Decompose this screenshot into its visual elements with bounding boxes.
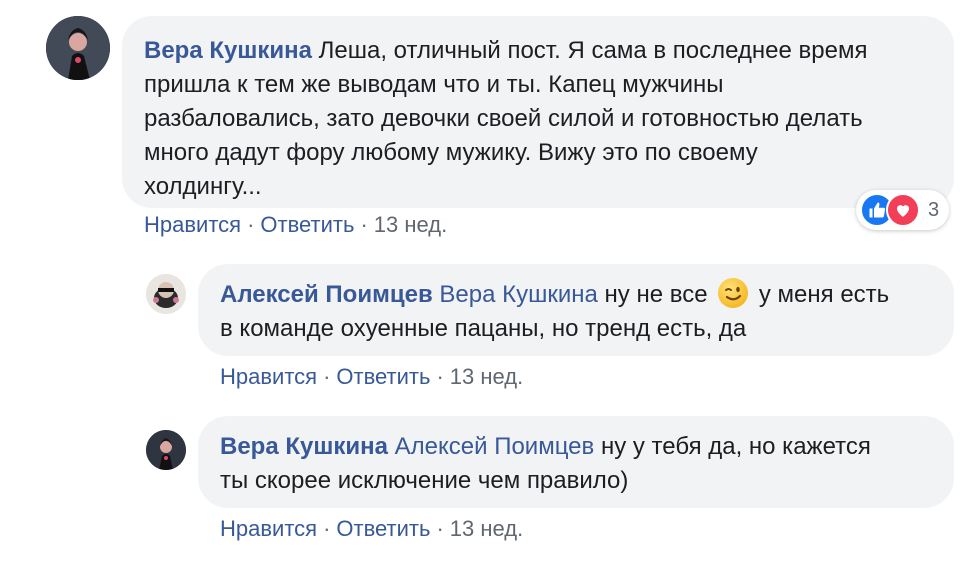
author-name[interactable]: Вера Кушкина xyxy=(220,433,388,460)
comment-bubble: Вера Кушкина Леша, отличный пост. Я сама… xyxy=(122,16,954,208)
separator: · xyxy=(323,516,331,541)
reactions-summary[interactable]: 3 xyxy=(856,190,950,230)
comment-line: ну у тебя да, но кажется xyxy=(600,433,871,460)
comment-line: разбаловались, зато девочки своей силой … xyxy=(144,105,863,132)
avatar[interactable] xyxy=(146,274,186,314)
mention-link[interactable]: Вера Кушкина xyxy=(439,281,597,308)
separator: · xyxy=(436,516,444,541)
comment-line: пришла к тем же выводам что и ты. Капец … xyxy=(144,71,724,98)
author-name[interactable]: Вера Кушкина xyxy=(144,37,312,64)
like-button[interactable]: Нравится xyxy=(144,212,241,237)
comment-bubble: Алексей Поимцев Вера Кушкина ну не все у… xyxy=(198,264,954,356)
comment-actions: Нравится · Ответить · 13 нед. xyxy=(144,212,447,238)
comment-actions: Нравится · Ответить · 13 нед. xyxy=(220,364,523,390)
reply-button[interactable]: Ответить xyxy=(336,516,430,541)
profile-photo-icon xyxy=(146,274,186,314)
comment-line: у меня есть xyxy=(758,281,890,308)
like-button[interactable]: Нравится xyxy=(220,364,317,389)
timestamp[interactable]: 13 нед. xyxy=(374,212,447,237)
like-button[interactable]: Нравится xyxy=(220,516,317,541)
comment-line: в команде охуенные пацаны, но тренд есть… xyxy=(220,315,747,342)
avatar[interactable] xyxy=(146,430,186,470)
love-icon xyxy=(886,193,920,227)
author-name[interactable]: Алексей Поимцев xyxy=(220,281,433,308)
timestamp[interactable]: 13 нед. xyxy=(450,516,523,541)
separator: · xyxy=(436,364,444,389)
separator: · xyxy=(247,212,255,237)
comment-text: Вера Кушкина Леша, отличный пост. Я сама… xyxy=(144,34,932,204)
winking-face-icon xyxy=(718,278,749,308)
avatar[interactable] xyxy=(46,16,110,80)
separator: · xyxy=(323,364,331,389)
profile-photo-icon xyxy=(146,430,186,470)
reaction-count: 3 xyxy=(928,198,940,221)
mention-link[interactable]: Алексей Поимцев xyxy=(395,433,595,460)
comment-bubble: Вера Кушкина Алексей Поимцев ну у тебя д… xyxy=(198,416,954,508)
comment-line: Леша, отличный пост. Я сама в последнее … xyxy=(318,37,868,64)
comment-text: Алексей Поимцев Вера Кушкина ну не все у… xyxy=(220,278,932,346)
comment-line: ты скорее исключение чем правило) xyxy=(220,467,629,494)
timestamp[interactable]: 13 нед. xyxy=(450,364,523,389)
comment-line: холдингу... xyxy=(144,173,262,200)
comment-text: Вера Кушкина Алексей Поимцев ну у тебя д… xyxy=(220,430,932,498)
profile-photo-icon xyxy=(46,16,110,80)
reply-button[interactable]: Ответить xyxy=(260,212,354,237)
comment-line: много дадут фору любому мужику. Вижу это… xyxy=(144,139,758,166)
separator: · xyxy=(360,212,368,237)
comment-actions: Нравится · Ответить · 13 нед. xyxy=(220,516,523,542)
reply-button[interactable]: Ответить xyxy=(336,364,430,389)
comment-line: ну не все xyxy=(604,281,708,308)
